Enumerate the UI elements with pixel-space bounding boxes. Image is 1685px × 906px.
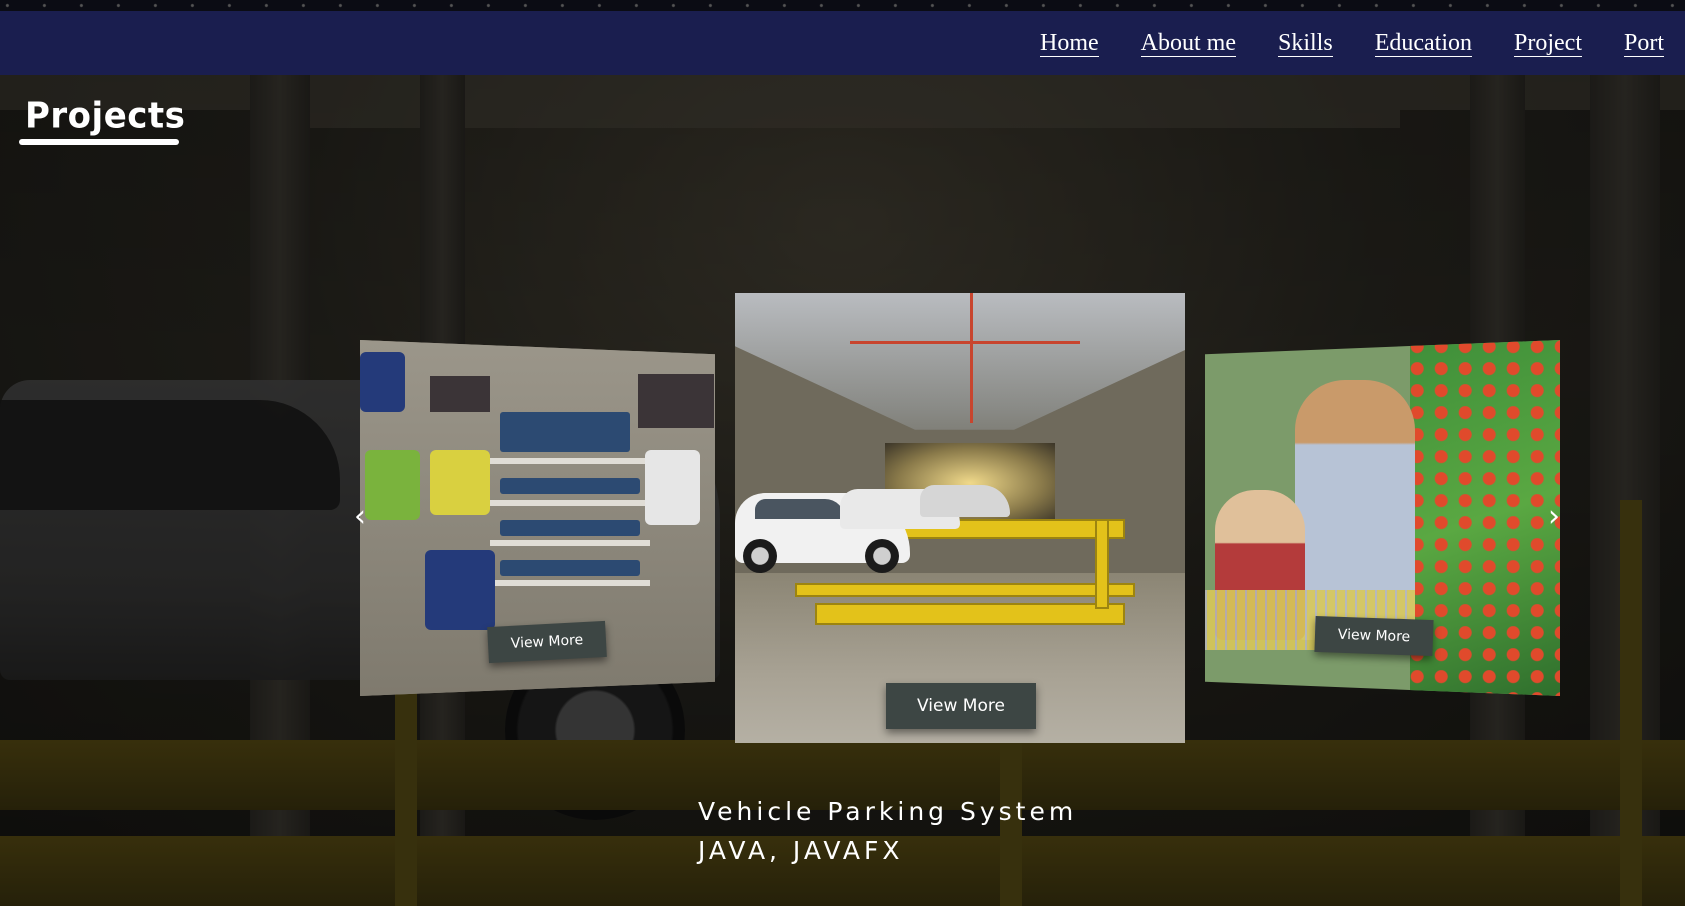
view-more-button[interactable]: View More	[886, 683, 1036, 729]
carousel-slide-clothing[interactable]: View More	[360, 340, 715, 696]
project-tech: JAVA, JAVAFX	[698, 836, 904, 865]
slide-caption: Vehicle Parking System JAVA, JAVAFX	[698, 797, 1077, 865]
view-more-button[interactable]: View More	[1314, 615, 1434, 657]
chevron-left-icon[interactable]: ‹	[354, 502, 366, 532]
carousel-slide-grocery[interactable]: View More	[1205, 340, 1560, 696]
view-more-button[interactable]: View More	[487, 620, 607, 664]
project-carousel: View More View More View More ‹ › Vehicl…	[0, 0, 1685, 906]
carousel-slide-parking[interactable]: View More	[735, 293, 1185, 743]
project-name: Vehicle Parking System	[698, 797, 1078, 826]
chevron-right-icon[interactable]: ›	[1548, 502, 1560, 532]
